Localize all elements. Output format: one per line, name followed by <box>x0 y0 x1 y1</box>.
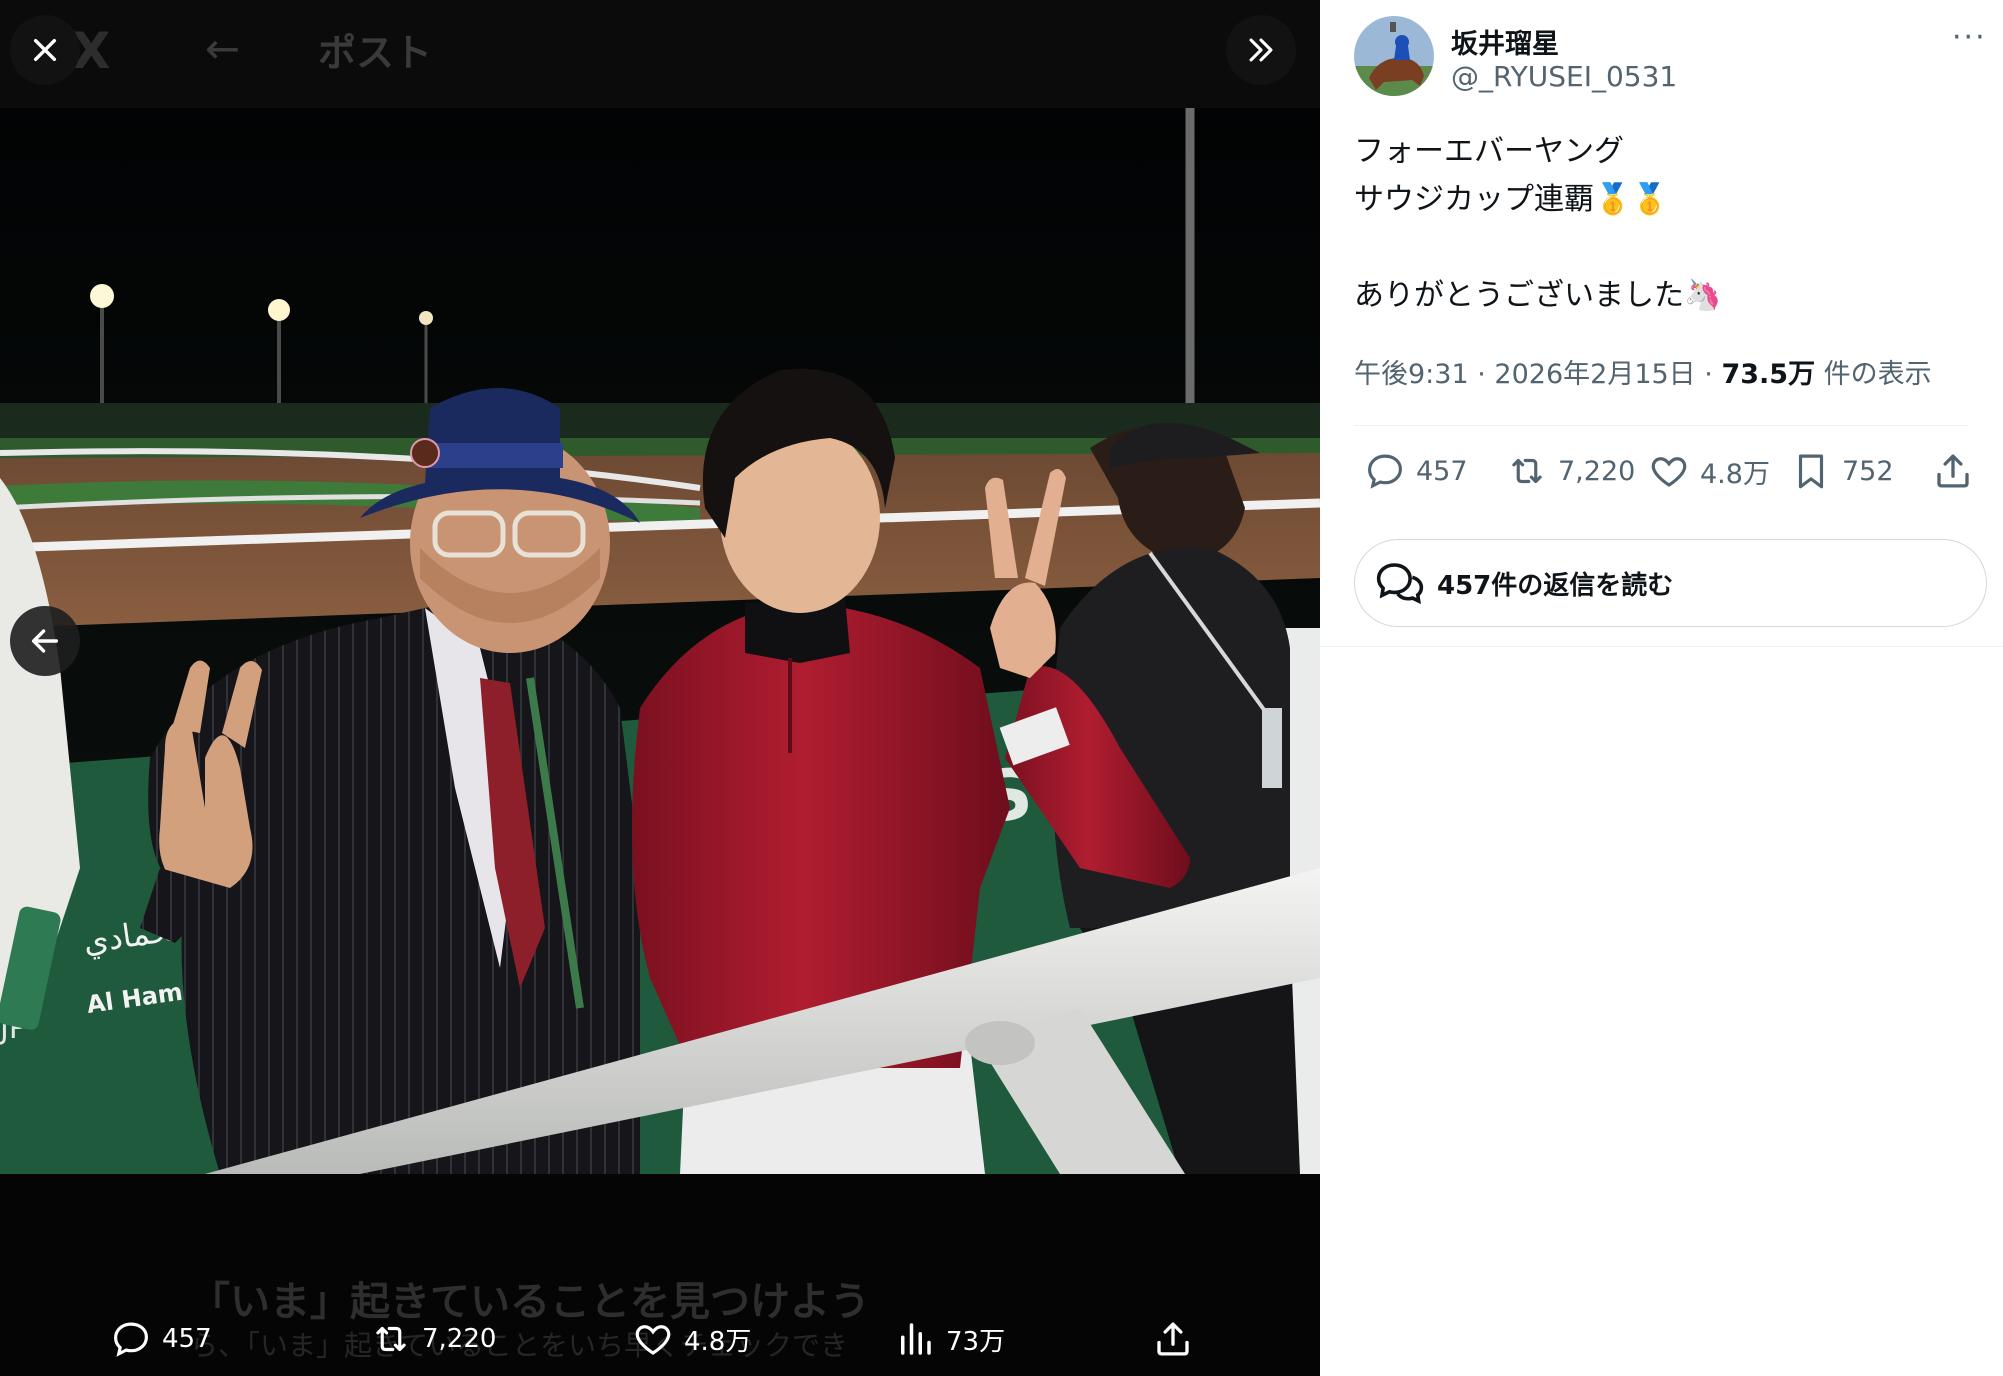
double-chevron-right-icon <box>1249 38 1273 62</box>
share-icon <box>1937 454 1969 488</box>
media-views-button[interactable]: 73万 <box>894 1318 1005 1360</box>
media-like-button[interactable]: 4.8万 <box>632 1318 751 1360</box>
collapse-panel-button[interactable] <box>1226 15 1296 85</box>
gold-medal-emoji: 🥇 <box>1594 182 1632 217</box>
conversation-icon <box>1376 563 1424 605</box>
post-view-suffix: 件の表示 <box>1823 359 1932 390</box>
post-detail-panel: 坂井瑠星 @_RYUSEI_0531 ··· フォーエバーヤング サウジカップ連… <box>1320 0 2003 1376</box>
previous-image-button[interactable] <box>10 606 80 676</box>
gold-medal-emoji: 🥇 <box>1631 182 1669 217</box>
media-action-bar: 457 7,220 4.8万 73万 <box>0 1300 1320 1376</box>
post-view-count: 73.5万 <box>1721 359 1816 390</box>
media-reply-count: 457 <box>162 1324 212 1354</box>
post-photo[interactable]: مستشفيات الحمادي Al Hammadi Hospitals S … <box>0 108 1320 1174</box>
post-text-line-4: ありがとうございました <box>1354 278 1684 313</box>
media-share-button[interactable] <box>1152 1318 1194 1360</box>
back-arrow-icon: ← <box>205 24 241 73</box>
like-count: 4.8万 <box>1700 458 1770 490</box>
post-meta: 午後9:31 · 2026年2月15日 · 73.5万 件の表示 <box>1354 352 1932 391</box>
read-replies-label: 457件の返信を読む <box>1437 570 1674 601</box>
media-retweet-button[interactable]: 7,220 <box>370 1318 496 1360</box>
reply-icon <box>1368 454 1402 489</box>
like-button[interactable]: 4.8万 <box>1648 450 1770 492</box>
avatar-image <box>1354 16 1434 96</box>
retweet-icon <box>376 1326 406 1352</box>
media-reply-button[interactable]: 457 <box>110 1318 212 1360</box>
meta-separator: · <box>1704 359 1713 390</box>
close-button[interactable] <box>10 15 80 85</box>
arrow-left-icon <box>31 629 59 653</box>
media-view-count: 73万 <box>946 1326 1006 1357</box>
post-action-bar: 457 7,220 4.8万 752 <box>1320 450 2003 510</box>
reply-count: 457 <box>1416 455 1468 487</box>
more-options-button[interactable]: ··· <box>1952 20 1987 55</box>
heart-icon <box>1651 457 1687 487</box>
retweet-count: 7,220 <box>1558 455 1636 487</box>
bookmark-count: 752 <box>1842 455 1894 487</box>
background-header: X ← ポスト <box>0 0 1320 108</box>
views-icon <box>901 1323 931 1355</box>
heart-icon <box>635 1325 671 1355</box>
read-replies-button[interactable]: 457件の返信を読む <box>1354 539 1987 627</box>
unicorn-emoji: 🦄 <box>1684 278 1722 313</box>
post-text-line-1: フォーエバーヤング <box>1354 134 1624 169</box>
bookmark-button[interactable]: 752 <box>1790 450 1894 492</box>
reply-button[interactable]: 457 <box>1364 450 1468 492</box>
close-icon <box>33 38 57 62</box>
retweet-icon <box>1512 458 1542 484</box>
author-handle[interactable]: @_RYUSEI_0531 <box>1451 60 1677 93</box>
post-text: フォーエバーヤング サウジカップ連覇🥇🥇 ありがとうございました🦄 <box>1354 128 1721 320</box>
media-like-count: 4.8万 <box>684 1326 752 1357</box>
share-button[interactable] <box>1932 450 1974 492</box>
author-display-name[interactable]: 坂井瑠星 <box>1451 22 1559 61</box>
post-date[interactable]: 2026年2月15日 <box>1494 359 1695 390</box>
retweet-button[interactable]: 7,220 <box>1506 450 1635 492</box>
media-retweet-count: 7,220 <box>422 1324 497 1354</box>
meta-separator: · <box>1477 359 1486 390</box>
share-icon <box>1157 1322 1189 1356</box>
post-time[interactable]: 午後9:31 <box>1354 359 1469 390</box>
media-viewer: X ← ポスト الحمادي Al JP 「いま」起きていることを見つけよう … <box>0 0 1320 1376</box>
divider <box>1320 646 2003 647</box>
avatar[interactable] <box>1354 16 1434 96</box>
reply-icon <box>114 1322 148 1357</box>
divider <box>1354 425 1969 426</box>
background-page-title: ポスト <box>318 31 433 75</box>
post-text-line-2: サウジカップ連覇 <box>1354 182 1594 217</box>
bookmark-icon <box>1798 454 1824 489</box>
